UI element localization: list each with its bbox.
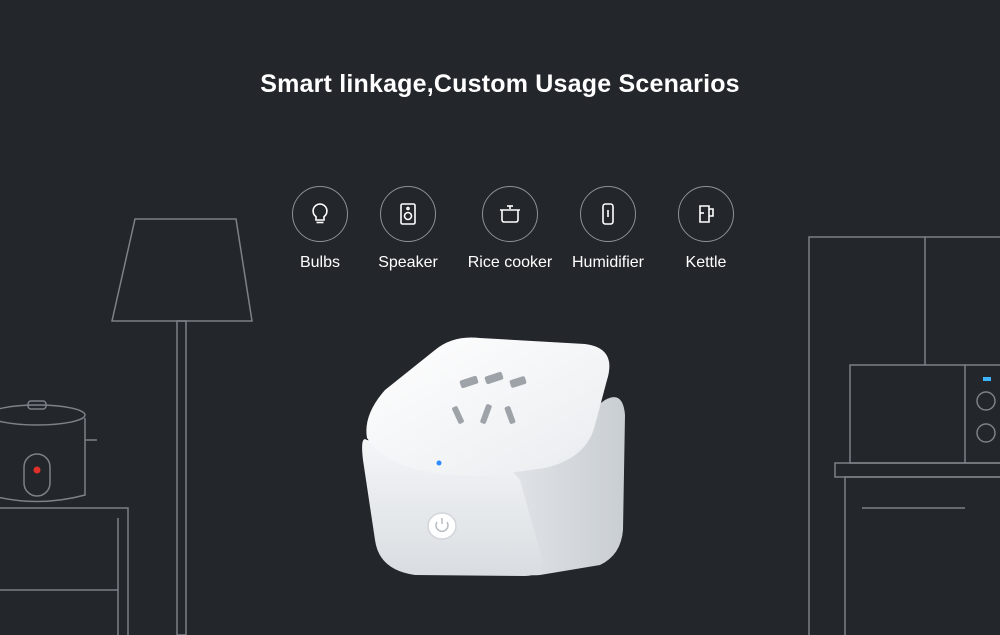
microwave-display-light [983, 377, 991, 381]
fridge-illustration [808, 236, 1000, 635]
scenario-kettle: Kettle [656, 186, 756, 272]
bulb-icon [292, 186, 348, 242]
scenario-label: Bulbs [299, 254, 341, 271]
scenario-speaker: Speaker [358, 186, 458, 272]
humidifier-icon [580, 186, 636, 242]
counter-illustration [834, 462, 1000, 635]
scenario-list: Bulbs Speaker Rice cooker Humidifier Ket… [270, 186, 760, 286]
scenario-label: Kettle [685, 254, 727, 271]
scene: Smart linkage,Custom Usage Scenarios Bul… [0, 0, 1000, 635]
scenario-bulbs: Bulbs [270, 186, 370, 272]
status-indicator-light [436, 460, 442, 466]
scenario-rice-cooker: Rice cooker [460, 186, 560, 272]
power-button [427, 512, 457, 540]
microwave-illustration [849, 364, 1000, 464]
smart-plug-image [355, 330, 635, 585]
rice-cooker-icon [482, 186, 538, 242]
scenario-humidifier: Humidifier [558, 186, 658, 272]
cooker-indicator-light [33, 466, 41, 474]
page-title: Smart linkage,Custom Usage Scenarios [260, 70, 740, 98]
floor-lamp-illustration [111, 218, 253, 635]
rice-cooker-illustration [0, 400, 97, 503]
cabinet-illustration [0, 507, 129, 635]
scenario-label: Rice cooker [467, 254, 553, 271]
kettle-icon [678, 186, 734, 242]
scenario-label: Speaker [378, 254, 438, 271]
scenario-label: Humidifier [571, 254, 644, 271]
speaker-icon [380, 186, 436, 242]
